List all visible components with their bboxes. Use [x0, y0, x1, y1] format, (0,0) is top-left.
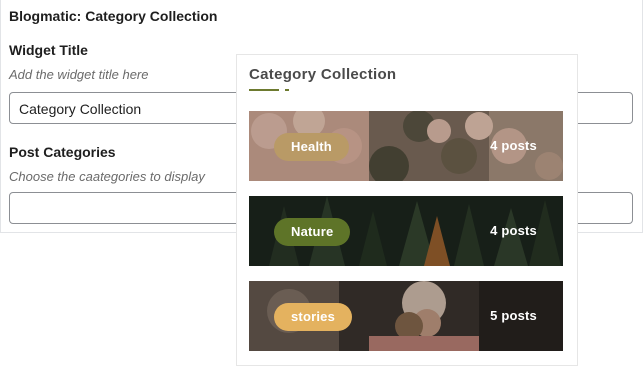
category-card-nature[interactable]: Nature 4 posts	[249, 196, 563, 266]
category-card-health[interactable]: Health 4 posts	[249, 111, 563, 181]
category-count-nature: 4 posts	[490, 223, 537, 238]
category-card-stories[interactable]: stories 5 posts	[249, 281, 563, 351]
widget-title-help: Add the widget title here	[9, 67, 149, 82]
category-pill-nature[interactable]: Nature	[274, 218, 351, 246]
category-pill-health[interactable]: Health	[274, 133, 349, 161]
category-pill-stories[interactable]: stories	[274, 303, 353, 331]
category-collection-preview: Category Collection Health 4 posts Natur…	[236, 54, 578, 366]
widget-title-label: Widget Title	[9, 42, 88, 58]
category-count-stories: 5 posts	[490, 308, 537, 323]
form-heading: Blogmatic: Category Collection	[9, 8, 218, 24]
title-underline-dot	[285, 89, 289, 91]
post-categories-label: Post Categories	[9, 144, 116, 160]
category-count-health: 4 posts	[490, 138, 537, 153]
title-underline	[249, 89, 279, 91]
preview-title: Category Collection	[249, 66, 397, 83]
post-categories-help: Choose the caategories to display	[9, 169, 205, 184]
